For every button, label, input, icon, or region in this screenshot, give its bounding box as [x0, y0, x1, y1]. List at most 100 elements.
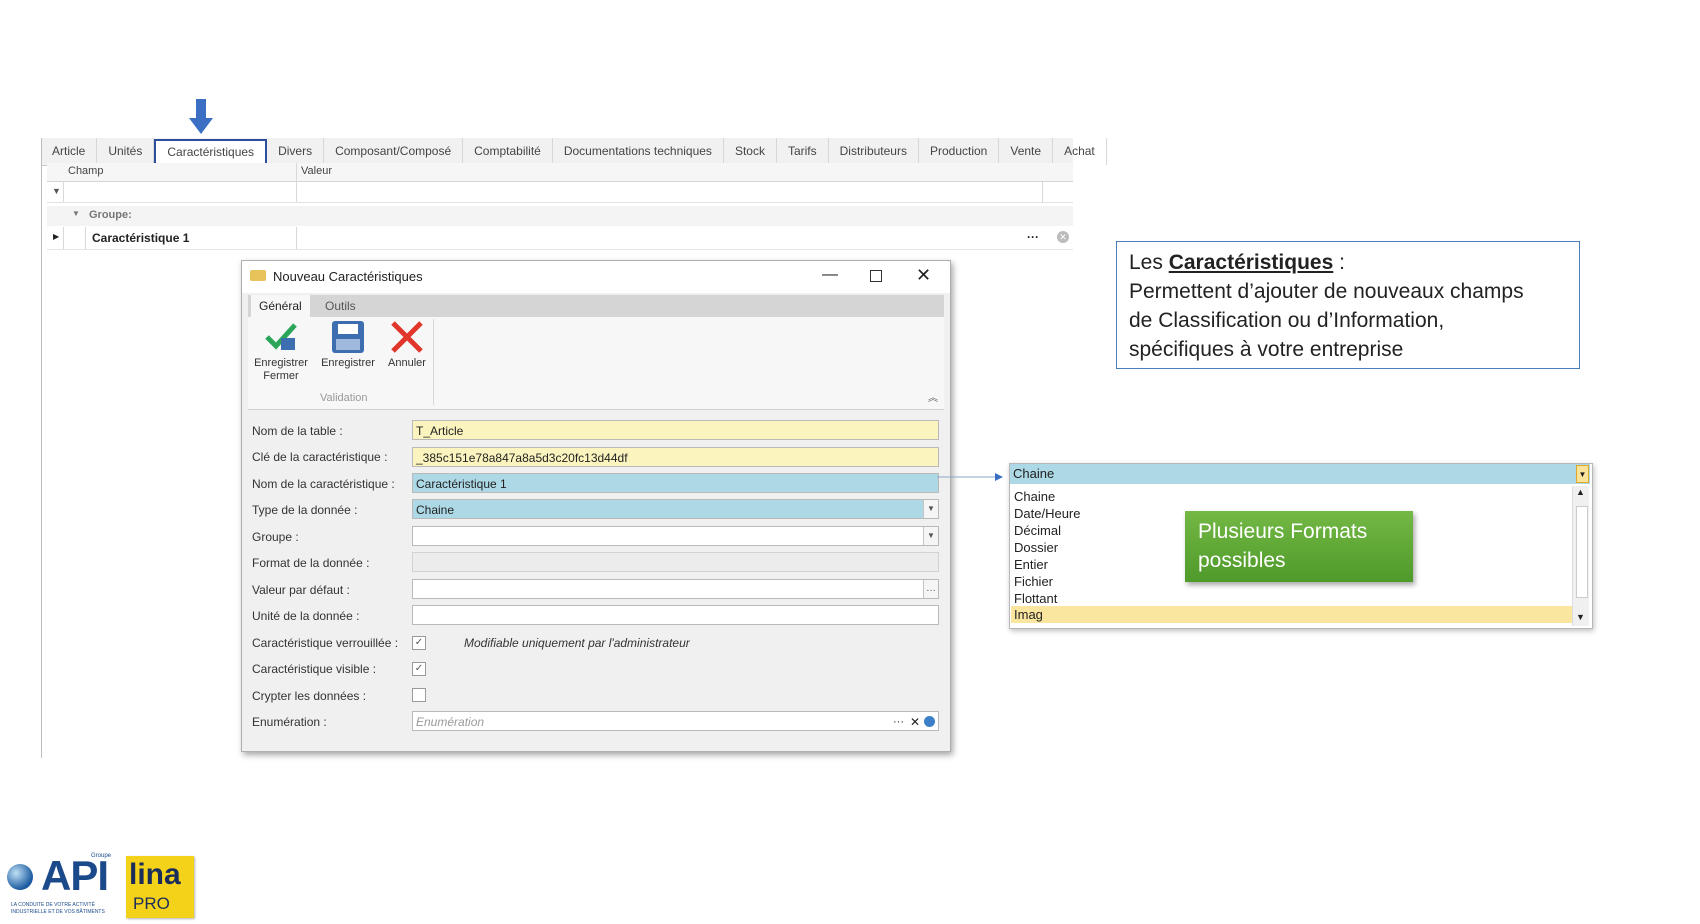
save-close-label-1: Enregistrer [254, 357, 308, 369]
tab-production[interactable]: Production [919, 138, 1000, 165]
cancel-x-icon [391, 321, 423, 353]
enum-placeholder: Enumération [416, 715, 485, 729]
dropdown-selected[interactable]: Chaine [1010, 464, 1590, 484]
callout-suffix: : [1333, 251, 1345, 274]
save-close-label-2: Fermer [263, 370, 299, 382]
row-clear-icon[interactable]: ✕ [1057, 231, 1069, 243]
article-tab-strip: Article Unités Caractéristiques Divers C… [41, 138, 1107, 166]
dropdown-chevron-icon[interactable]: ▼ [1576, 465, 1589, 483]
enum-clear-icon[interactable]: ✕ [910, 712, 920, 732]
tab-stock[interactable]: Stock [724, 138, 777, 165]
table-name-label: Nom de la table : [252, 424, 343, 438]
tab-unites[interactable]: Unités [97, 138, 155, 165]
pro-logo-text: PRO [133, 894, 170, 913]
collapse-ribbon-icon[interactable]: ︽ [928, 389, 938, 404]
list-item[interactable]: Chaine [1014, 488, 1055, 505]
list-item[interactable]: Dossier [1014, 539, 1058, 556]
grid-left-border [41, 138, 42, 758]
name-field[interactable]: Caractéristique 1 [412, 473, 939, 493]
list-item[interactable]: Décimal [1014, 522, 1061, 539]
visible-label: Caractéristique visible : [252, 662, 377, 676]
name-label: Nom de la caractéristique : [252, 477, 395, 491]
scroll-up-icon[interactable]: ▲ [1576, 487, 1585, 497]
ribbon-tab-outils[interactable]: Outils [325, 299, 356, 313]
group-select[interactable]: ▼ [412, 526, 939, 546]
list-item-highlighted[interactable]: Imag [1011, 606, 1573, 623]
save-button[interactable]: Enregistrer [318, 321, 378, 370]
format-label: Format de la donnée : [252, 556, 370, 570]
row-expand-icon[interactable]: ▶ [53, 232, 59, 241]
table-row[interactable]: ▶ Caractéristique 1 ··· ✕ [47, 227, 1073, 250]
grid-filter-row[interactable]: ▼ [47, 182, 1073, 203]
tab-caracteristiques[interactable]: Caractéristiques [154, 139, 268, 165]
dialog-title: Nouveau Caractéristiques [273, 269, 423, 284]
unit-label: Unité de la donnée : [252, 609, 360, 623]
ellipsis-button[interactable]: … [923, 580, 938, 598]
list-item[interactable]: Fichier [1014, 573, 1053, 590]
dropdown-scrollbar[interactable]: ▲ ▼ [1572, 486, 1589, 626]
api-tagline-1: LA CONDUITE DE VOTRE ACTIVITÉ [11, 902, 95, 908]
save-close-button[interactable]: Enregistrer Fermer [252, 321, 310, 383]
column-header-champ[interactable]: Champ [68, 165, 103, 177]
api-logo: Groupe API LA CONDUITE DE VOTRE ACTIVITÉ… [5, 848, 117, 918]
row-ellipsis-button[interactable]: ··· [1027, 230, 1039, 244]
maximize-button[interactable] [870, 270, 882, 282]
encrypt-checkbox[interactable] [412, 688, 426, 702]
dialog-titlebar[interactable]: Nouveau Caractéristiques — ✕ [242, 261, 950, 293]
ribbon-tab-general[interactable]: Général [251, 295, 310, 317]
enum-ellipsis-icon[interactable]: ··· [893, 712, 904, 732]
chevron-down-icon[interactable]: ▼ [923, 500, 938, 518]
list-item[interactable]: Flottant [1014, 590, 1057, 607]
ribbon-group-label: Validation [320, 392, 368, 404]
list-item[interactable]: Date/Heure [1014, 505, 1080, 522]
filter-icon[interactable]: ▼ [52, 186, 61, 196]
enum-field[interactable]: Enumération ··· ✕ [412, 711, 939, 731]
list-item[interactable]: Entier [1014, 556, 1048, 573]
tab-comptabilite[interactable]: Comptabilité [463, 138, 553, 165]
save-label: Enregistrer [321, 357, 375, 369]
locked-note: Modifiable uniquement par l'administrate… [464, 636, 690, 650]
scroll-thumb[interactable] [1576, 506, 1588, 598]
callout-line-2: de Classification ou d’Information, [1129, 309, 1445, 332]
tab-achat[interactable]: Achat [1053, 138, 1107, 165]
type-select[interactable]: Chaine ▼ [412, 499, 939, 519]
cancel-label: Annuler [388, 357, 426, 369]
ribbon-panel: Enregistrer Fermer Enregistrer Annuler V… [248, 317, 944, 410]
api-globe-icon [7, 864, 33, 890]
group-label: Groupe: [89, 209, 132, 221]
column-header-valeur[interactable]: Valeur [301, 165, 332, 177]
unit-field[interactable] [412, 605, 939, 625]
enum-go-icon[interactable] [924, 716, 935, 727]
cancel-button[interactable]: Annuler [382, 321, 432, 370]
grid-group-row[interactable]: ▼ Groupe: [47, 206, 1073, 226]
tab-composant[interactable]: Composant/Composé [324, 138, 464, 165]
table-name-field[interactable]: T_Article [412, 420, 939, 440]
minimize-button[interactable]: — [822, 266, 838, 284]
key-label: Clé de la caractéristique : [252, 450, 388, 464]
tab-documentations[interactable]: Documentations techniques [553, 138, 724, 165]
api-tagline-2: INDUSTRIELLE ET DE VOS BÂTIMENTS [11, 909, 105, 915]
encrypt-label: Crypter les données : [252, 689, 367, 703]
floppy-disk-icon [332, 321, 364, 353]
tab-divers[interactable]: Divers [267, 138, 325, 165]
save-close-icon [265, 323, 297, 350]
formats-note-line-2: possibles [1198, 549, 1286, 572]
collapse-icon[interactable]: ▼ [72, 209, 80, 218]
group-field-label: Groupe : [252, 530, 299, 544]
tab-article[interactable]: Article [41, 138, 98, 165]
locked-checkbox[interactable]: ✓ [412, 636, 426, 650]
scroll-down-icon[interactable]: ▼ [1576, 612, 1585, 622]
format-field [412, 552, 939, 572]
tab-vente[interactable]: Vente [999, 138, 1054, 165]
default-field[interactable]: … [412, 579, 939, 599]
api-logo-text: API [41, 852, 109, 899]
type-label: Type de la donnée : [252, 503, 358, 517]
new-characteristic-dialog: Nouveau Caractéristiques — ✕ Général Out… [241, 260, 951, 752]
key-field[interactable]: _385c151e78a847a8a5d3c20fc13d44df [412, 447, 939, 467]
row-champ-value: Caractéristique 1 [92, 231, 190, 245]
close-button[interactable]: ✕ [916, 265, 931, 286]
visible-checkbox[interactable]: ✓ [412, 662, 426, 676]
chevron-down-icon[interactable]: ▼ [923, 527, 938, 545]
tab-tarifs[interactable]: Tarifs [777, 138, 829, 165]
tab-distributeurs[interactable]: Distributeurs [829, 138, 919, 165]
